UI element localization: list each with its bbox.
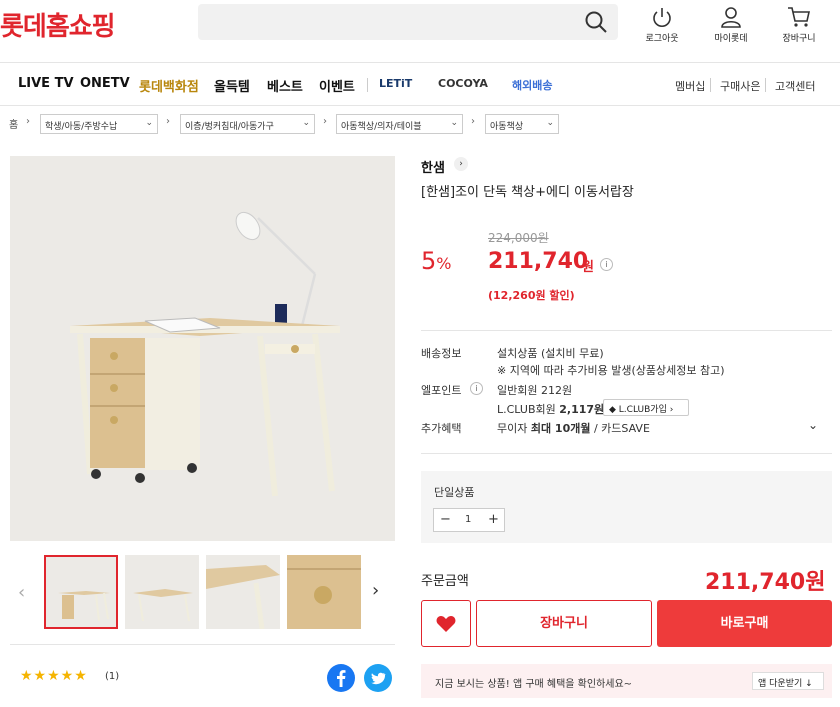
nav-brand-letit[interactable]: LETiT	[379, 77, 412, 90]
thumbnail-3[interactable]	[206, 555, 280, 629]
review-count[interactable]: (1)	[105, 671, 119, 682]
chevron-down-icon: ⌄	[546, 118, 554, 128]
thumbnail-4[interactable]	[287, 555, 361, 629]
divider	[421, 453, 832, 454]
rating-stars[interactable]: ★★★★★	[20, 668, 88, 684]
discount-rate: 5%	[421, 247, 452, 275]
lpoint-label: 엘포인트	[421, 384, 462, 397]
option-box: 단일상품 − 1 +	[421, 471, 832, 543]
breadcrumb-select-2[interactable]: 이층/벙커침대/아동가구 ⌄	[180, 114, 315, 134]
breadcrumb-home[interactable]: 홈	[9, 116, 18, 131]
product-title: [한샘]조이 단독 책상+에디 이동서랍장	[421, 185, 634, 200]
total-price: 211,740원	[705, 570, 826, 595]
heart-icon	[436, 616, 456, 632]
main-nav: LIVE TV ONETV 롯데백화점 올득템 베스트 이벤트 LETiT CO…	[0, 62, 840, 106]
breadcrumb-select-4[interactable]: 아동책상 ⌄	[485, 114, 559, 134]
wishlist-button[interactable]	[421, 600, 471, 647]
benefit-expand-chevron-down-icon[interactable]: ⌄	[808, 418, 818, 432]
facebook-icon[interactable]	[327, 664, 355, 692]
logout-button[interactable]: 로그아웃	[632, 6, 692, 44]
thumbnail-drawer-detail-image	[287, 555, 361, 629]
app-download-button[interactable]: 앱 다운받기 ↓	[752, 672, 824, 690]
nav-divider	[710, 78, 711, 92]
breadcrumb-select-3[interactable]: 아동책상/의자/테이블 ⌄	[336, 114, 463, 134]
desk-illustration	[10, 156, 395, 541]
lclub-join-button[interactable]: ◆ L.CLUB가입 ›	[603, 399, 689, 416]
buy-now-button[interactable]: 바로구매	[657, 600, 832, 647]
brand-name[interactable]: 한샘	[421, 157, 445, 176]
nav-item-best[interactable]: 베스트	[267, 76, 303, 95]
nav-item-deals[interactable]: 올득템	[214, 76, 250, 95]
benefit-label: 추가혜택	[421, 422, 462, 435]
download-icon: ↓	[805, 679, 813, 689]
search-icon[interactable]	[584, 10, 608, 34]
shield-icon: ◆	[609, 405, 619, 415]
nav-divider	[765, 78, 766, 92]
power-icon	[653, 8, 671, 27]
search-input[interactable]	[198, 4, 618, 40]
cart-icon	[788, 7, 810, 27]
chevron-right-icon: ›	[166, 116, 170, 127]
mypage-label: 마이롯데	[714, 34, 748, 44]
breadcrumb-select-1[interactable]: 학생/아동/주방수납 ⌄	[40, 114, 158, 134]
plus-icon[interactable]: +	[488, 512, 499, 527]
thumbnail-desktop-detail-image	[206, 565, 280, 629]
thumbnail-desk-side-image	[133, 589, 193, 622]
total-label: 주문금액	[421, 574, 469, 589]
app-banner: 지금 보시는 상품! 앱 구매 혜택을 확인하세요~ 앱 다운받기 ↓	[421, 664, 832, 698]
cart-header-button[interactable]: 장바구니	[769, 6, 829, 44]
nav-brand-overseas[interactable]: 해외배송	[512, 77, 552, 93]
thumbnail-2[interactable]	[125, 555, 199, 629]
info-icon[interactable]: i	[470, 382, 483, 395]
nav-divider	[367, 78, 368, 92]
quantity-stepper[interactable]: − 1 +	[433, 508, 505, 532]
add-to-cart-button[interactable]: 장바구니	[476, 600, 652, 647]
chevron-down-icon: ⌄	[302, 118, 310, 128]
chevron-down-icon: ⌄	[145, 118, 153, 128]
nav-item-live-tv[interactable]: LIVE TV	[18, 76, 74, 91]
breadcrumb: 홈 › 학생/아동/주방수납 ⌄ › 이층/벙커침대/아동가구 ⌄ › 아동책상/의…	[0, 106, 840, 142]
original-price: 224,000원	[488, 231, 549, 245]
thumbnails-next-button[interactable]: ›	[372, 580, 379, 601]
app-banner-text: 지금 보시는 상품! 앱 구매 혜택을 확인하세요~	[435, 679, 633, 690]
benefit-value: 무이자 최대 10개월 / 카드SAVE	[497, 422, 650, 435]
logo[interactable]: 롯데홈쇼핑	[0, 6, 116, 43]
product-main-image[interactable]	[10, 156, 395, 541]
chevron-right-icon: ›	[471, 116, 475, 127]
chevron-right-icon: ›	[323, 116, 327, 127]
thumbnails-prev-button[interactable]: ‹	[18, 582, 25, 603]
lpoint-general: 일반회원 212원	[497, 384, 573, 397]
nav-membership[interactable]: 멤버십	[675, 78, 705, 94]
lpoint-lclub: L.CLUB회원 2,117원	[497, 403, 605, 416]
thumbnail-desk-image	[58, 591, 110, 622]
shipping-label: 배송정보	[421, 347, 462, 360]
nav-purchase-gift[interactable]: 구매사은	[720, 78, 760, 94]
shipping-value: 설치상품 (설치비 무료)	[497, 347, 604, 360]
thumbnail-1[interactable]	[44, 555, 118, 629]
nav-customer-center[interactable]: 고객센터	[775, 78, 815, 94]
sale-price: 211,740	[488, 249, 589, 274]
nav-item-department-store[interactable]: 롯데백화점	[139, 76, 199, 95]
discount-amount: (12,260원 할인)	[488, 289, 575, 302]
divider	[10, 644, 395, 645]
price-unit: 원	[582, 260, 594, 275]
mypage-button[interactable]: 마이롯데	[701, 6, 761, 44]
header: 롯데홈쇼핑 로그아웃 마이롯데 장바구니	[0, 0, 840, 62]
chevron-right-icon[interactable]: ›	[454, 157, 468, 171]
user-icon	[721, 7, 741, 28]
chevron-right-icon: ›	[26, 116, 30, 127]
logout-label: 로그아웃	[645, 34, 679, 44]
cart-header-label: 장바구니	[782, 34, 816, 44]
divider	[421, 330, 832, 331]
twitter-icon[interactable]	[364, 664, 392, 692]
shipping-note: ※ 지역에 따라 추가비용 발생(상품상세정보 참고)	[497, 364, 725, 377]
chevron-down-icon: ⌄	[450, 118, 458, 128]
option-label: 단일상품	[434, 486, 475, 499]
nav-item-events[interactable]: 이벤트	[319, 76, 355, 95]
info-icon[interactable]: i	[600, 258, 613, 271]
nav-item-onetv[interactable]: ONETV	[80, 76, 130, 91]
nav-brand-cocoya[interactable]: COCOYA	[438, 77, 488, 90]
quantity-value[interactable]: 1	[465, 514, 471, 525]
minus-icon[interactable]: −	[440, 512, 451, 527]
